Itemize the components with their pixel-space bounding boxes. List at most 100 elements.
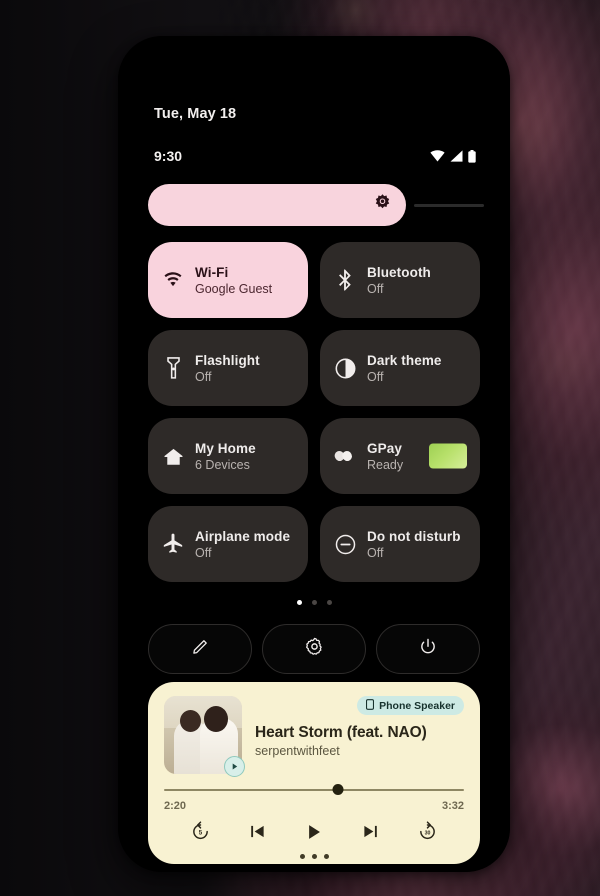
tile-my-home-subtitle: 6 Devices [195,457,250,472]
brightness-slider-filled[interactable] [148,184,406,226]
brightness-icon [373,193,392,217]
media-duration-time: 3:32 [441,800,464,812]
power-icon [419,638,437,661]
media-carousel-dots[interactable] [164,854,464,859]
media-elapsed-time: 2:20 [164,800,187,812]
page-dot-3[interactable] [326,600,332,605]
tile-wifi[interactable]: Wi-Fi Google Guest [148,242,308,318]
tile-airplane-mode[interactable]: Airplane mode Off [148,506,308,582]
tile-bluetooth-title: Bluetooth [367,264,431,280]
media-progress-thumb[interactable] [332,784,344,795]
previous-icon [249,823,266,845]
previous-track-button[interactable] [242,819,272,849]
media-dot-2[interactable] [311,854,317,859]
airplane-icon [162,533,184,555]
next-icon [362,823,379,845]
tile-wifi-text: Wi-Fi Google Guest [195,265,272,296]
brightness-slider-remainder[interactable] [414,203,484,207]
media-info: Phone Speaker Heart Storm (feat. NAO) se… [255,696,464,774]
bluetooth-icon [334,269,356,291]
dark-theme-icon [334,357,356,379]
tile-gpay[interactable]: GPay Ready [320,418,480,494]
quick-settings-screen: Tue, May 18 9:30 Wi-Fi Google Guest Blue… [118,36,510,872]
status-date: Tue, May 18 [154,106,237,122]
play-icon [305,823,323,846]
tile-gpay-title: GPay [367,440,402,456]
wifi-icon [162,269,184,291]
media-dot-3[interactable] [323,854,329,859]
flashlight-icon [162,357,184,379]
phone-speaker-icon [366,698,375,713]
tile-wifi-title: Wi-Fi [195,264,229,280]
tile-bluetooth-subtitle: Off [367,281,384,296]
tile-my-home-text: My Home 6 Devices [195,441,256,472]
page-dot-1[interactable] [296,600,302,605]
quick-settings-tiles: Wi-Fi Google Guest Bluetooth Off Flashli… [148,242,480,582]
media-track-title: Heart Storm (feat. NAO) [255,724,427,741]
media-header: Phone Speaker Heart Storm (feat. NAO) se… [164,696,464,777]
tile-gpay-subtitle: Ready [367,457,404,472]
pencil-edit-icon [192,638,209,660]
phone-device: Tue, May 18 9:30 Wi-Fi Google Guest Blue… [118,36,510,872]
cellular-signal-icon [450,150,463,162]
rewind-5-button[interactable]: 5 [185,819,215,849]
media-times: 2:20 3:32 [164,800,464,812]
gpay-icon [334,445,356,467]
tile-airplane-mode-title: Airplane mode [195,528,291,544]
status-bar: 9:30 [154,148,476,164]
page-dot-2[interactable] [311,600,317,605]
gear-settings-icon [305,637,324,661]
output-device-label: Phone Speaker [379,699,455,712]
tile-flashlight[interactable]: Flashlight Off [148,330,308,406]
media-progress-track [164,789,464,791]
tile-flashlight-subtitle: Off [195,369,212,384]
album-art-wrapper [164,696,245,777]
tile-airplane-mode-subtitle: Off [195,545,212,560]
brightness-slider[interactable] [148,184,484,226]
tile-bluetooth[interactable]: Bluetooth Off [320,242,480,318]
tile-my-home-title: My Home [195,440,256,456]
status-icons [430,149,476,163]
tile-dark-theme-text: Dark theme Off [367,353,442,384]
home-icon [162,445,184,467]
do-not-disturb-icon [334,533,356,555]
media-track-artist: serpentwithfeet [255,744,340,758]
footer-actions [148,624,480,674]
status-clock: 9:30 [154,148,183,164]
battery-icon [468,149,476,163]
play-circle-icon[interactable] [224,756,245,777]
tile-bluetooth-text: Bluetooth Off [367,265,431,296]
tile-flashlight-title: Flashlight [195,352,260,368]
tile-my-home[interactable]: My Home 6 Devices [148,418,308,494]
tile-dnd-title: Do not disturb [367,528,461,544]
settings-button[interactable] [262,624,366,674]
svg-text:5: 5 [199,829,203,836]
media-controls: 5 30 [164,819,464,849]
output-device-chip[interactable]: Phone Speaker [357,696,464,715]
album-art-head-left [180,710,201,732]
screenshot-stage: Tue, May 18 9:30 Wi-Fi Google Guest Blue… [0,0,600,896]
forward-30-button[interactable]: 30 [413,819,443,849]
tile-do-not-disturb[interactable]: Do not disturb Off [320,506,480,582]
tile-airplane-mode-text: Airplane mode Off [195,529,290,560]
media-progress-slider[interactable] [164,784,464,797]
forward-30-icon: 30 [417,821,438,847]
tile-dark-theme-title: Dark theme [367,352,442,368]
media-dot-1[interactable] [299,854,305,859]
tile-dark-theme[interactable]: Dark theme Off [320,330,480,406]
payment-card-thumbnail [429,443,467,469]
play-button[interactable] [299,819,329,849]
tile-flashlight-text: Flashlight Off [195,353,260,384]
power-button[interactable] [376,624,480,674]
tile-wifi-subtitle: Google Guest [195,281,273,296]
tile-do-not-disturb-text: Do not disturb Off [367,529,461,560]
edit-tiles-button[interactable] [148,624,252,674]
wifi-icon [430,150,445,162]
replay-5-icon: 5 [190,821,211,847]
next-track-button[interactable] [356,819,386,849]
media-player-card[interactable]: Phone Speaker Heart Storm (feat. NAO) se… [148,682,480,864]
page-indicator[interactable] [118,600,510,605]
tile-dark-theme-subtitle: Off [367,369,384,384]
album-art-head-right [204,706,228,732]
tile-gpay-text: GPay Ready [367,441,403,472]
